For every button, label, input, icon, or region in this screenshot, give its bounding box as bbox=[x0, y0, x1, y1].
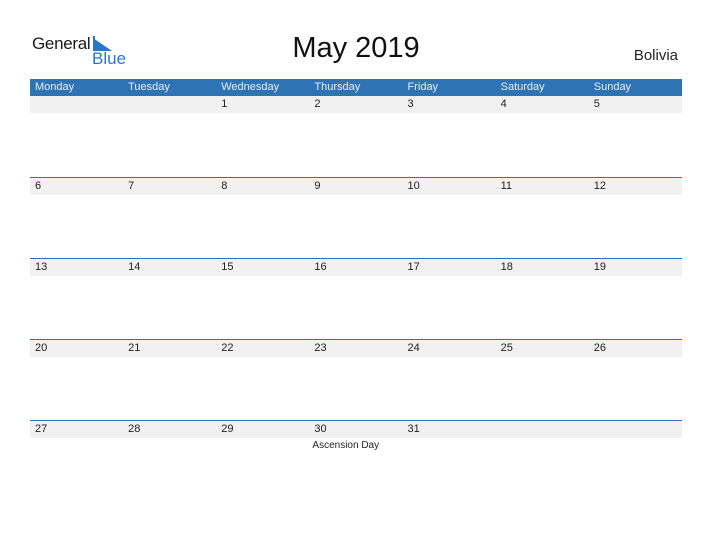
day-cell bbox=[589, 421, 682, 438]
week-date-bar: 13 14 15 16 17 18 19 bbox=[30, 258, 682, 276]
day-cell: 7 bbox=[128, 180, 135, 192]
weekday-saturday: Saturday bbox=[500, 81, 545, 93]
day-cell: 3 bbox=[407, 98, 414, 110]
weekday-friday: Friday bbox=[407, 81, 439, 93]
day-cell: 1 bbox=[221, 98, 228, 110]
day-cell: 20 bbox=[35, 342, 48, 354]
week-row: 1 2 3 4 5 bbox=[30, 96, 682, 113]
day-cell: 8 bbox=[221, 180, 228, 192]
day-cell: 18 bbox=[500, 261, 513, 273]
day-cell: 5 bbox=[593, 98, 600, 110]
week-date-bar: 1 2 3 4 5 bbox=[30, 96, 682, 113]
day-cell: 31 bbox=[407, 423, 420, 435]
day-cell: 10 bbox=[407, 180, 420, 192]
day-cell: 6 bbox=[35, 180, 42, 192]
day-cell: 28 bbox=[128, 423, 141, 435]
day-cell: 27 bbox=[35, 423, 48, 435]
day-cell: 26 bbox=[593, 342, 606, 354]
week-row: 6 7 8 9 10 11 12 bbox=[30, 177, 682, 195]
day-cell: 12 bbox=[593, 180, 606, 192]
day-cell: 2 bbox=[314, 98, 321, 110]
week-date-bar: 20 21 22 23 24 25 26 bbox=[30, 339, 682, 357]
weekday-monday: Monday bbox=[35, 81, 75, 93]
day-cell: 22 bbox=[221, 342, 234, 354]
holiday-label: Ascension Day bbox=[312, 440, 380, 451]
day-cell: 21 bbox=[128, 342, 141, 354]
week-row: 20 21 22 23 24 25 26 bbox=[30, 339, 682, 357]
day-cell: 17 bbox=[407, 261, 420, 273]
day-cell: 15 bbox=[221, 261, 234, 273]
day-cell: 13 bbox=[35, 261, 48, 273]
page-title: May 2019 bbox=[292, 32, 420, 64]
weekday-thursday: Thursday bbox=[314, 81, 361, 93]
week-date-bar: 6 7 8 9 10 11 12 bbox=[30, 177, 682, 195]
weekday-tuesday: Tuesday bbox=[128, 81, 170, 93]
day-cell: 23 bbox=[314, 342, 327, 354]
day-cell: 16 bbox=[314, 261, 327, 273]
day-cell: 29 bbox=[221, 423, 234, 435]
day-cell: 11 bbox=[500, 180, 513, 192]
day-cell: 24 bbox=[407, 342, 420, 354]
weekday-header: Monday Tuesday Wednesday Thursday Friday… bbox=[30, 79, 682, 96]
day-cell bbox=[30, 96, 123, 113]
week-row: 13 14 15 16 17 18 19 bbox=[30, 258, 682, 276]
day-cell: 9 bbox=[314, 180, 321, 192]
day-cell bbox=[123, 96, 216, 113]
day-cell bbox=[496, 421, 589, 438]
week-row: 27 28 29 30 31 Ascension Day bbox=[30, 420, 682, 451]
weekday-sunday: Sunday bbox=[593, 81, 632, 93]
day-cell: 30 bbox=[314, 423, 327, 435]
day-cell: 19 bbox=[593, 261, 606, 273]
weekday-wednesday: Wednesday bbox=[221, 81, 280, 93]
day-cell: 4 bbox=[500, 98, 507, 110]
day-cell: 25 bbox=[500, 342, 513, 354]
week-date-bar: 27 28 29 30 31 bbox=[30, 420, 682, 438]
country-label: Bolivia bbox=[633, 47, 678, 64]
day-cell: 14 bbox=[128, 261, 141, 273]
